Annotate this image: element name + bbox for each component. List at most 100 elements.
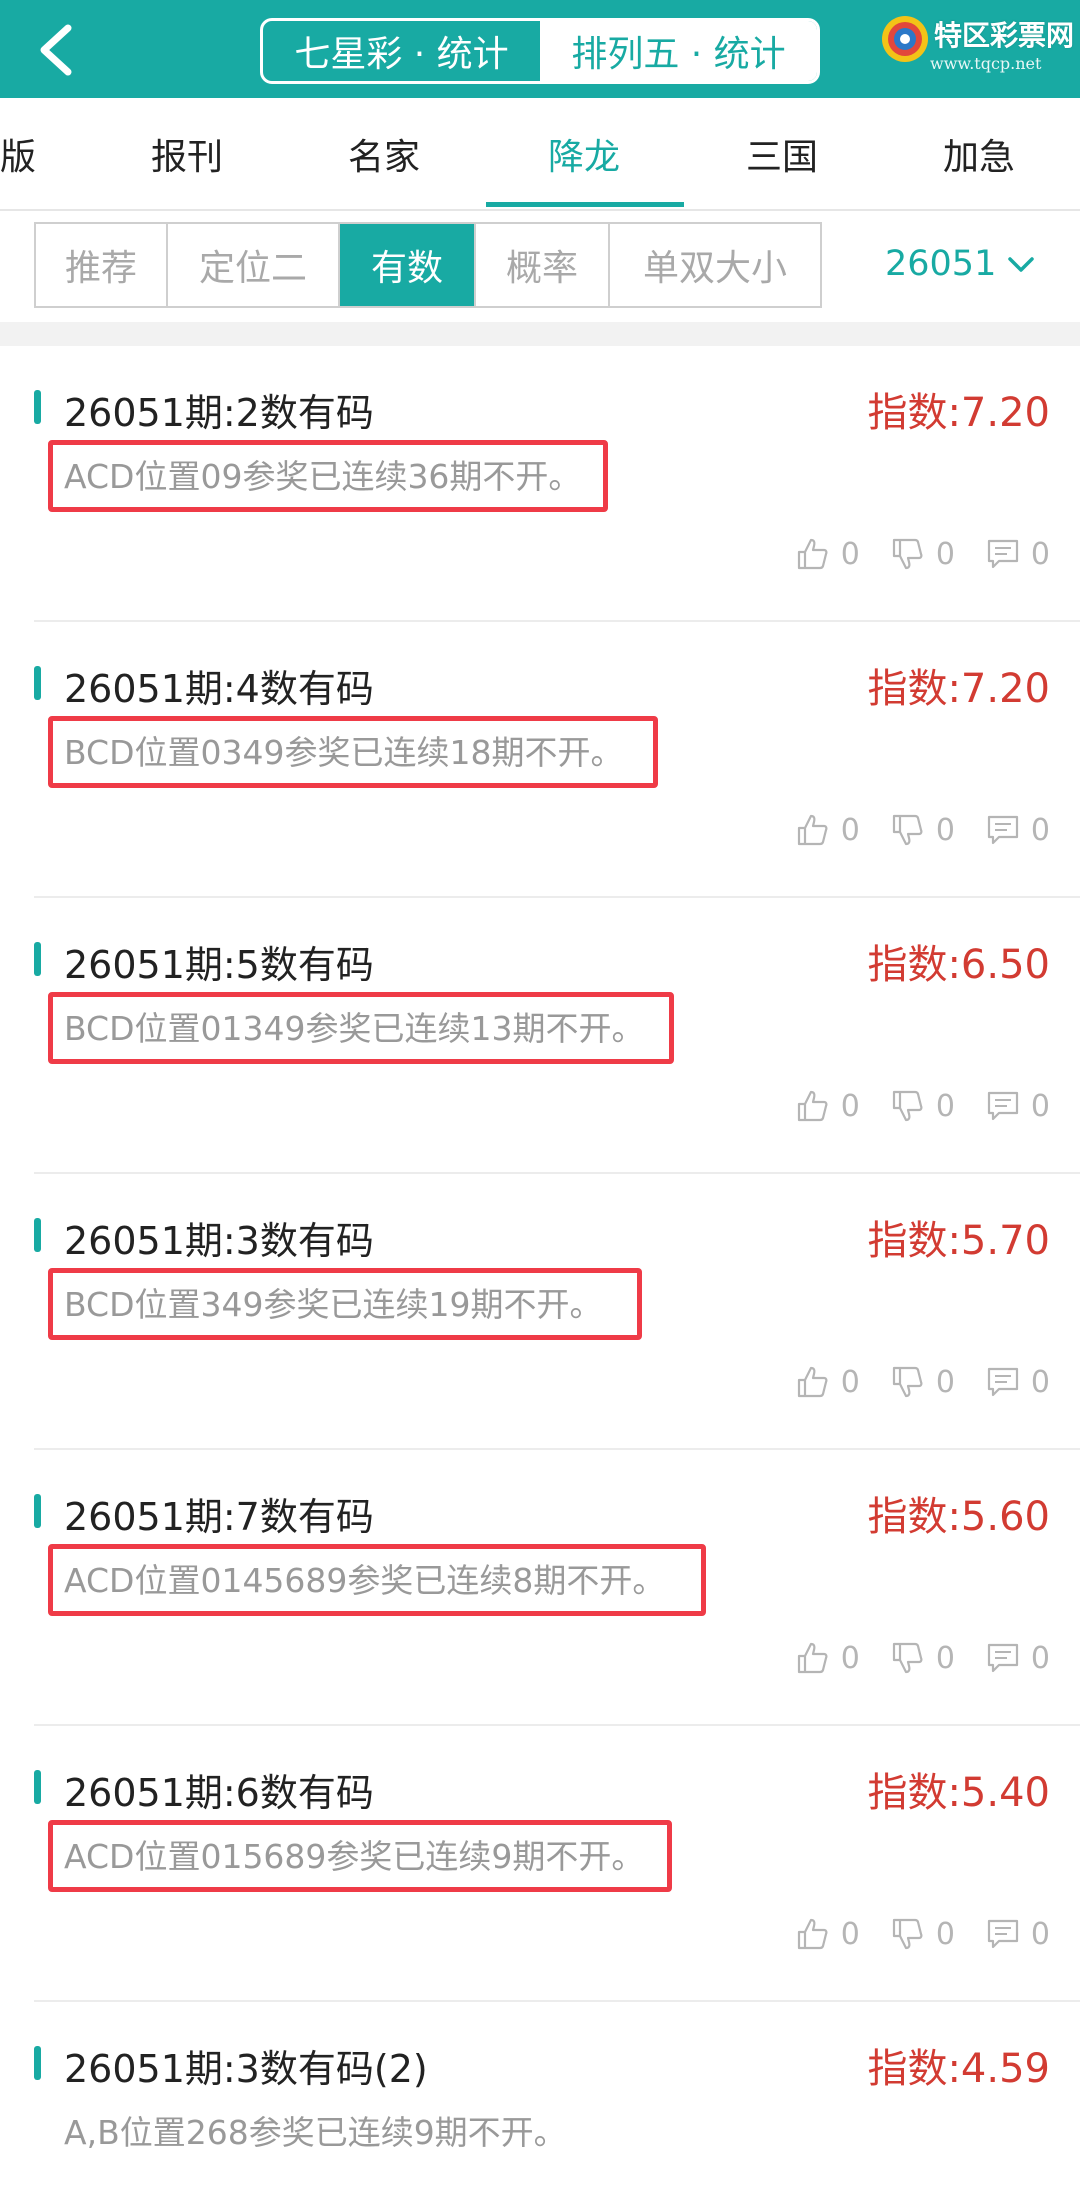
comment-button[interactable]: 0 — [985, 1640, 1050, 1676]
subtab-youshu[interactable]: 有数 — [340, 224, 476, 306]
list-item[interactable]: 26051期:5数有码 指数:6.50 BCD位置01349参奖已连续13期不开… — [0, 898, 1080, 1174]
comment-button[interactable]: 0 — [985, 536, 1050, 572]
chevron-down-icon[interactable] — [1006, 250, 1036, 280]
comment-icon — [987, 539, 1019, 569]
like-button[interactable]: 0 — [795, 812, 860, 848]
list-item[interactable]: 26051期:6数有码 指数:5.40 ACD位置015689参奖已连续9期不开… — [0, 1726, 1080, 2002]
logo-swirl-icon — [882, 16, 928, 62]
comment-button[interactable]: 0 — [985, 1364, 1050, 1400]
like-count: 0 — [840, 1640, 860, 1676]
comment-button[interactable]: 0 — [985, 1916, 1050, 1952]
like-button[interactable]: 0 — [795, 1088, 860, 1124]
item-title: 26051期:6数有码 — [64, 1771, 374, 1815]
subtab-danshuangdaxiao[interactable]: 单双大小 — [610, 224, 820, 306]
dislike-button[interactable]: 0 — [890, 536, 955, 572]
thumbs-down-icon — [892, 814, 923, 846]
comment-count: 0 — [1030, 536, 1050, 572]
item-index: 指数:5.70 — [867, 1218, 1050, 1264]
thumbs-down-icon — [892, 538, 923, 570]
comment-count: 0 — [1030, 1364, 1050, 1400]
tab-sanguo[interactable]: 三国 — [746, 128, 818, 180]
item-accent-bar — [34, 666, 41, 700]
comment-icon — [987, 815, 1019, 845]
dislike-button[interactable]: 0 — [890, 1640, 955, 1676]
dislike-count: 0 — [935, 536, 955, 572]
comment-count: 0 — [1030, 812, 1050, 848]
thumbs-up-icon — [797, 1366, 828, 1398]
comment-icon — [987, 1643, 1019, 1673]
like-button[interactable]: 0 — [795, 1916, 860, 1952]
item-title: 26051期:5数有码 — [64, 943, 374, 987]
comment-icon — [987, 1367, 1019, 1397]
like-button[interactable]: 0 — [795, 536, 860, 572]
item-description: ACD位置09参奖已连续36期不开。 — [64, 457, 582, 496]
comment-count: 0 — [1030, 1088, 1050, 1124]
item-actions: 0 0 0 — [765, 1916, 1050, 1952]
list-item[interactable]: 26051期:3数有码 指数:5.70 BCD位置349参奖已连续19期不开。 … — [0, 1174, 1080, 1450]
item-index: 指数:6.50 — [867, 942, 1050, 988]
thumbs-up-icon — [797, 1642, 828, 1674]
subtab-gailv[interactable]: 概率 — [476, 224, 610, 306]
like-count: 0 — [840, 1364, 860, 1400]
active-tab-underline — [486, 202, 684, 207]
comment-count: 0 — [1030, 1916, 1050, 1952]
item-actions: 0 0 0 — [765, 1640, 1050, 1676]
item-accent-bar — [34, 1494, 41, 1528]
list-item[interactable]: 26051期:7数有码 指数:5.60 ACD位置0145689参奖已连续8期不… — [0, 1450, 1080, 1726]
tab-baokan[interactable]: 报刊 — [151, 128, 223, 180]
lottery-segment-control: 七星彩 · 统计 排列五 · 统计 — [260, 18, 820, 84]
tab-xianglong[interactable]: 降龙 — [548, 128, 620, 180]
dislike-count: 0 — [935, 1916, 955, 1952]
comment-icon — [987, 1919, 1019, 1949]
list-item[interactable]: 26051期:4数有码 指数:7.20 BCD位置0349参奖已连续18期不开。… — [0, 622, 1080, 898]
divider — [0, 209, 1080, 211]
dislike-count: 0 — [935, 1364, 955, 1400]
like-button[interactable]: 0 — [795, 1640, 860, 1676]
item-actions: 0 0 0 — [765, 812, 1050, 848]
item-index: 指数:7.20 — [867, 390, 1050, 436]
dislike-count: 0 — [935, 1088, 955, 1124]
like-button[interactable]: 0 — [795, 1364, 860, 1400]
comment-count: 0 — [1030, 1640, 1050, 1676]
thumbs-down-icon — [892, 1090, 923, 1122]
period-selector[interactable]: 26051 — [885, 244, 996, 284]
dislike-count: 0 — [935, 812, 955, 848]
item-description: BCD位置01349参奖已连续13期不开。 — [64, 1009, 645, 1048]
subtab-dingweier[interactable]: 定位二 — [168, 224, 340, 306]
dislike-button[interactable]: 0 — [890, 1364, 955, 1400]
item-accent-bar — [34, 942, 41, 976]
item-title: 26051期:3数有码(2) — [64, 2047, 428, 2091]
back-arrow-icon[interactable] — [30, 22, 86, 78]
item-title: 26051期:4数有码 — [64, 667, 374, 711]
item-description: A,B位置268参奖已连续9期不开。 — [64, 2113, 567, 2152]
comment-button[interactable]: 0 — [985, 1088, 1050, 1124]
like-count: 0 — [840, 812, 860, 848]
thumbs-up-icon — [797, 1918, 828, 1950]
like-count: 0 — [840, 536, 860, 572]
thumbs-down-icon — [892, 1642, 923, 1674]
comment-button[interactable]: 0 — [985, 812, 1050, 848]
tab-ban[interactable]: 版 — [0, 128, 36, 180]
segment-pailiewu[interactable]: 排列五 · 统计 — [540, 21, 817, 81]
thumbs-up-icon — [797, 814, 828, 846]
item-accent-bar — [34, 390, 41, 424]
dislike-button[interactable]: 0 — [890, 1916, 955, 1952]
list-item[interactable]: 26051期:2数有码 指数:7.20 ACD位置09参奖已连续36期不开。 0… — [0, 346, 1080, 622]
tab-mingjia[interactable]: 名家 — [348, 128, 420, 180]
dislike-button[interactable]: 0 — [890, 812, 955, 848]
segment-qixingcai[interactable]: 七星彩 · 统计 — [263, 21, 540, 81]
list-item[interactable]: 26051期:3数有码(2) 指数:4.59 A,B位置268参奖已连续9期不开… — [0, 2002, 1080, 2189]
subtab-tuijian[interactable]: 推荐 — [36, 224, 168, 306]
item-actions: 0 0 0 — [765, 536, 1050, 572]
category-tabs: 版 报刊 名家 降龙 三国 加急 — [0, 98, 1080, 210]
item-accent-bar — [34, 1770, 41, 1804]
section-gap — [0, 322, 1080, 346]
item-title: 26051期:3数有码 — [64, 1219, 374, 1263]
dislike-button[interactable]: 0 — [890, 1088, 955, 1124]
item-accent-bar — [34, 2046, 41, 2080]
tab-jiaji[interactable]: 加急 — [943, 128, 1015, 180]
site-logo: 特区彩票网 www.tqcp.net — [876, 8, 1076, 88]
item-actions: 0 0 0 — [765, 1364, 1050, 1400]
sub-tabs: 推荐 定位二 有数 概率 单双大小 — [34, 222, 822, 308]
dislike-count: 0 — [935, 1640, 955, 1676]
